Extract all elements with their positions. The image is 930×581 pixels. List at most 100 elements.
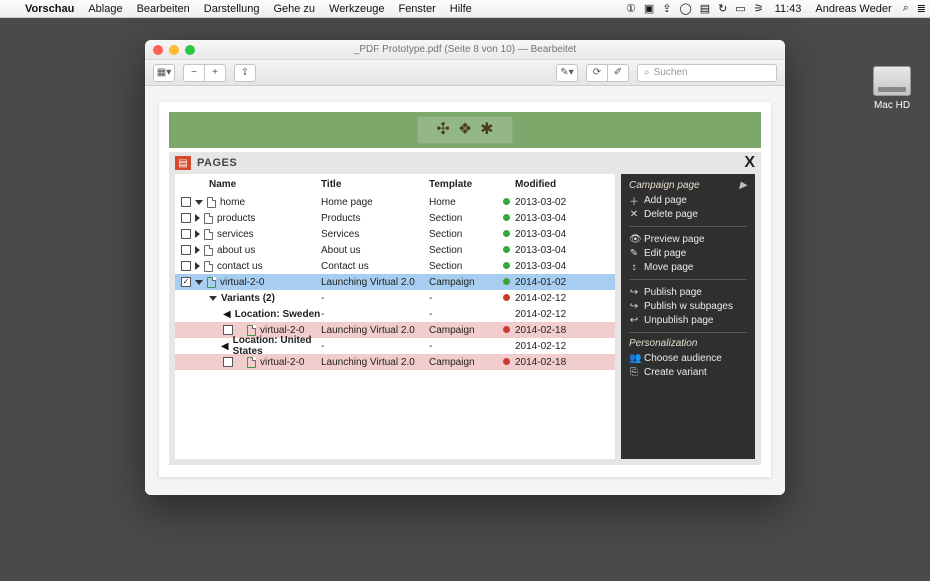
pages-icon: ▤ <box>175 156 191 170</box>
context-sidebar: Campaign page ▶ ＋ Add page✕Delete page 👁P… <box>621 174 755 459</box>
menubar-item[interactable]: Ablage <box>81 3 129 15</box>
expand-toggle-icon[interactable] <box>209 296 217 301</box>
row-checkbox[interactable] <box>181 229 191 239</box>
row-checkbox[interactable] <box>223 325 233 335</box>
pages-table: Name Title Template Modified homeHome pa… <box>175 174 615 459</box>
row-status <box>497 197 515 208</box>
status-dot-icon <box>503 230 510 237</box>
table-row[interactable]: ◀Location: United States--2014-02-12 <box>175 338 615 354</box>
sidebar-action[interactable]: ↪Publish w subpages <box>629 299 747 313</box>
status-dot-icon <box>503 358 510 365</box>
sidebar-action[interactable]: 👁Preview page <box>629 232 747 246</box>
dropbox-icon[interactable]: ⇪ <box>658 2 675 15</box>
battery-icon[interactable]: ▭ <box>731 2 749 15</box>
row-checkbox[interactable] <box>181 261 191 271</box>
row-modified: 2013-03-02 <box>515 197 587 208</box>
row-template: Section <box>429 229 497 240</box>
sidebar-action[interactable]: 👥Choose audience <box>629 351 747 365</box>
page-icon <box>247 325 256 336</box>
menubar-item[interactable]: Fenster <box>391 3 442 15</box>
wifi-icon[interactable]: ⚞ <box>750 2 768 15</box>
expand-toggle-icon[interactable] <box>195 246 200 254</box>
row-checkbox[interactable] <box>181 213 191 223</box>
search-input[interactable]: ⌕ Suchen <box>637 64 777 82</box>
sidebar-action[interactable]: ⎘Create variant <box>629 365 747 379</box>
expand-toggle-icon[interactable] <box>195 200 203 205</box>
action-icon: ＋ <box>629 193 639 208</box>
panel-title: PAGES <box>197 157 237 169</box>
col-header-template: Template <box>429 179 497 190</box>
sidebar-action[interactable]: ✎Edit page <box>629 246 747 260</box>
status-icon[interactable]: ▣ <box>640 2 658 15</box>
menubar-item[interactable]: Hilfe <box>443 3 479 15</box>
row-title: - <box>321 341 429 352</box>
row-checkbox[interactable] <box>181 245 191 255</box>
spotlight-icon[interactable]: ⌕ <box>899 2 913 15</box>
rotate-button[interactable]: ⟳ <box>586 64 608 82</box>
table-row[interactable]: ✓virtual-2-0Launching Virtual 2.0Campaig… <box>175 274 615 290</box>
expand-toggle-icon[interactable] <box>195 262 200 270</box>
close-panel-button[interactable]: X <box>744 154 755 172</box>
window-titlebar[interactable]: _PDF Prototype.pdf (Seite 8 von 10) — Be… <box>145 40 785 60</box>
expand-toggle-icon[interactable] <box>195 230 200 238</box>
zoom-in-button[interactable]: + <box>204 64 226 82</box>
share-button[interactable]: ⇪ <box>234 64 256 82</box>
page-icon <box>247 357 256 368</box>
sidebar-action[interactable]: ↪Publish page <box>629 285 747 299</box>
notifications-icon[interactable]: ≣ <box>913 2 930 15</box>
zoom-out-button[interactable]: − <box>183 64 205 82</box>
header-band: ✣ ❖ ✱ <box>169 112 761 148</box>
sidebar-title: Campaign page ▶ <box>629 180 747 191</box>
status-icon[interactable]: ▤ <box>696 2 714 15</box>
chevron-right-icon: ▶ <box>739 180 747 191</box>
sidebar-action[interactable]: ↕Move page <box>629 260 747 274</box>
window-title: _PDF Prototype.pdf (Seite 8 von 10) — Be… <box>145 44 785 55</box>
row-name: Location: Sweden <box>235 309 321 320</box>
row-modified: 2014-02-12 <box>515 309 587 320</box>
menubar-item[interactable]: Darstellung <box>197 3 267 15</box>
row-modified: 2013-03-04 <box>515 229 587 240</box>
menubar-clock[interactable]: 11:43 <box>768 3 809 15</box>
row-template: - <box>429 309 497 320</box>
menubar-item[interactable]: Bearbeiten <box>130 3 197 15</box>
header-ornaments: ✣ ❖ ✱ <box>417 116 513 144</box>
ornament-icon: ✣ <box>436 122 449 138</box>
markup-button[interactable]: ✐ <box>607 64 629 82</box>
menubar-item[interactable]: Werkzeuge <box>322 3 391 15</box>
row-modified: 2013-03-04 <box>515 213 587 224</box>
status-icon[interactable]: ◯ <box>675 2 695 15</box>
menubar-app-name[interactable]: Vorschau <box>18 3 81 15</box>
table-row[interactable]: contact usContact usSection2013-03-04 <box>175 258 615 274</box>
status-icon[interactable]: ↻ <box>714 2 731 15</box>
table-row[interactable]: servicesServicesSection2013-03-04 <box>175 226 615 242</box>
table-row[interactable]: homeHome pageHome2013-03-02 <box>175 194 615 210</box>
action-icon: ⎘ <box>629 367 639 378</box>
highlight-button[interactable]: ✎▾ <box>556 64 578 82</box>
row-title: About us <box>321 245 429 256</box>
sidebar-toggle-button[interactable]: ▦▾ <box>153 64 175 82</box>
row-checkbox[interactable]: ✓ <box>181 277 191 287</box>
expand-toggle-icon[interactable] <box>195 280 203 285</box>
table-row[interactable]: ◀Location: Sweden--2014-02-12 <box>175 306 615 322</box>
row-modified: 2014-02-18 <box>515 357 587 368</box>
action-label: Add page <box>644 195 687 206</box>
expand-toggle-icon[interactable] <box>195 214 200 222</box>
table-row[interactable]: virtual-2-0Launching Virtual 2.0Campaign… <box>175 354 615 370</box>
sidebar-action[interactable]: ↩Unpublish page <box>629 313 747 327</box>
row-status <box>497 293 515 304</box>
table-row[interactable]: productsProductsSection2013-03-04 <box>175 210 615 226</box>
row-checkbox[interactable] <box>181 197 191 207</box>
status-dot-icon <box>503 214 510 221</box>
page-icon <box>204 261 213 272</box>
action-icon: ✎ <box>629 248 639 259</box>
table-row[interactable]: about usAbout usSection2013-03-04 <box>175 242 615 258</box>
sidebar-action[interactable]: ✕Delete page <box>629 207 747 221</box>
row-checkbox[interactable] <box>223 357 233 367</box>
table-row[interactable]: Variants (2)--2014-02-12 <box>175 290 615 306</box>
sidebar-action[interactable]: ＋ Add page <box>629 193 747 207</box>
row-name: virtual-2-0 <box>260 325 304 336</box>
status-icon[interactable]: ① <box>622 2 640 15</box>
desktop-drive-icon[interactable]: Mac HD <box>868 66 916 111</box>
menubar-user[interactable]: Andreas Weder <box>808 3 898 15</box>
menubar-item[interactable]: Gehe zu <box>266 3 322 15</box>
